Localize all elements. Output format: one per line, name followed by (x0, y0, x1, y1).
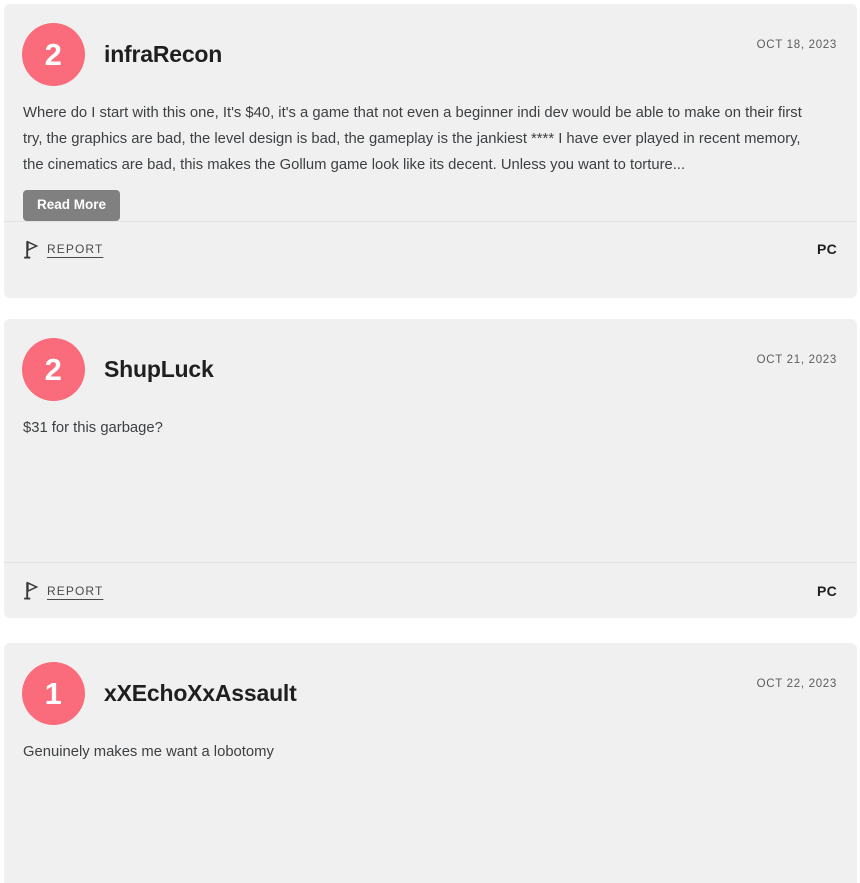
read-more-container: Read More (4, 178, 857, 221)
review-card-body: 1 xXEchoXxAssault OCT 22, 2023 Genuinely… (4, 643, 857, 765)
review-card-body: 2 infraRecon OCT 18, 2023 Where do I sta… (4, 4, 857, 221)
reviewer-username[interactable]: xXEchoXxAssault (104, 680, 297, 707)
reviewer-username[interactable]: infraRecon (104, 41, 222, 68)
platform-badge: PC (816, 582, 837, 599)
review-header: 1 xXEchoXxAssault OCT 22, 2023 (4, 643, 857, 725)
platform-badge: PC (816, 241, 837, 257)
review-footer: REPORT PC (4, 220, 857, 277)
avatar: 1 (22, 661, 85, 725)
read-more-button[interactable]: Read More (23, 190, 121, 221)
review-card: 1 xXEchoXxAssault OCT 22, 2023 Genuinely… (4, 643, 857, 883)
review-text: Where do I start with this one, It's $40… (23, 105, 802, 173)
review-header: 2 infraRecon OCT 18, 2023 (4, 4, 857, 86)
reviewer-username[interactable]: ShupLuck (104, 356, 214, 383)
user-reviews-list: 2 infraRecon OCT 18, 2023 Where do I sta… (0, 0, 860, 883)
review-date: OCT 21, 2023 (756, 354, 837, 366)
review-date: OCT 22, 2023 (756, 678, 837, 690)
avatar: 2 (22, 337, 85, 401)
review-footer: REPORT PC (4, 562, 857, 618)
flag-icon (23, 240, 40, 259)
review-card-body: 2 ShupLuck OCT 21, 2023 $31 for this gar… (4, 319, 857, 441)
review-card: 2 infraRecon OCT 18, 2023 Where do I sta… (4, 4, 857, 298)
review-score: 1 (44, 675, 63, 711)
review-score: 2 (44, 36, 63, 72)
review-text: $31 for this garbage? (23, 420, 163, 436)
review-text: Genuinely makes me want a lobotomy (23, 744, 274, 760)
avatar: 2 (22, 22, 85, 86)
flag-icon (23, 581, 40, 600)
report-button[interactable]: REPORT (23, 240, 103, 259)
review-score: 2 (44, 351, 63, 387)
review-header: 2 ShupLuck OCT 21, 2023 (4, 319, 857, 401)
report-button[interactable]: REPORT (23, 581, 103, 600)
report-label: REPORT (47, 242, 104, 256)
report-label: REPORT (47, 583, 104, 598)
review-date: OCT 18, 2023 (756, 39, 837, 51)
review-card: 2 ShupLuck OCT 21, 2023 $31 for this gar… (4, 319, 857, 618)
